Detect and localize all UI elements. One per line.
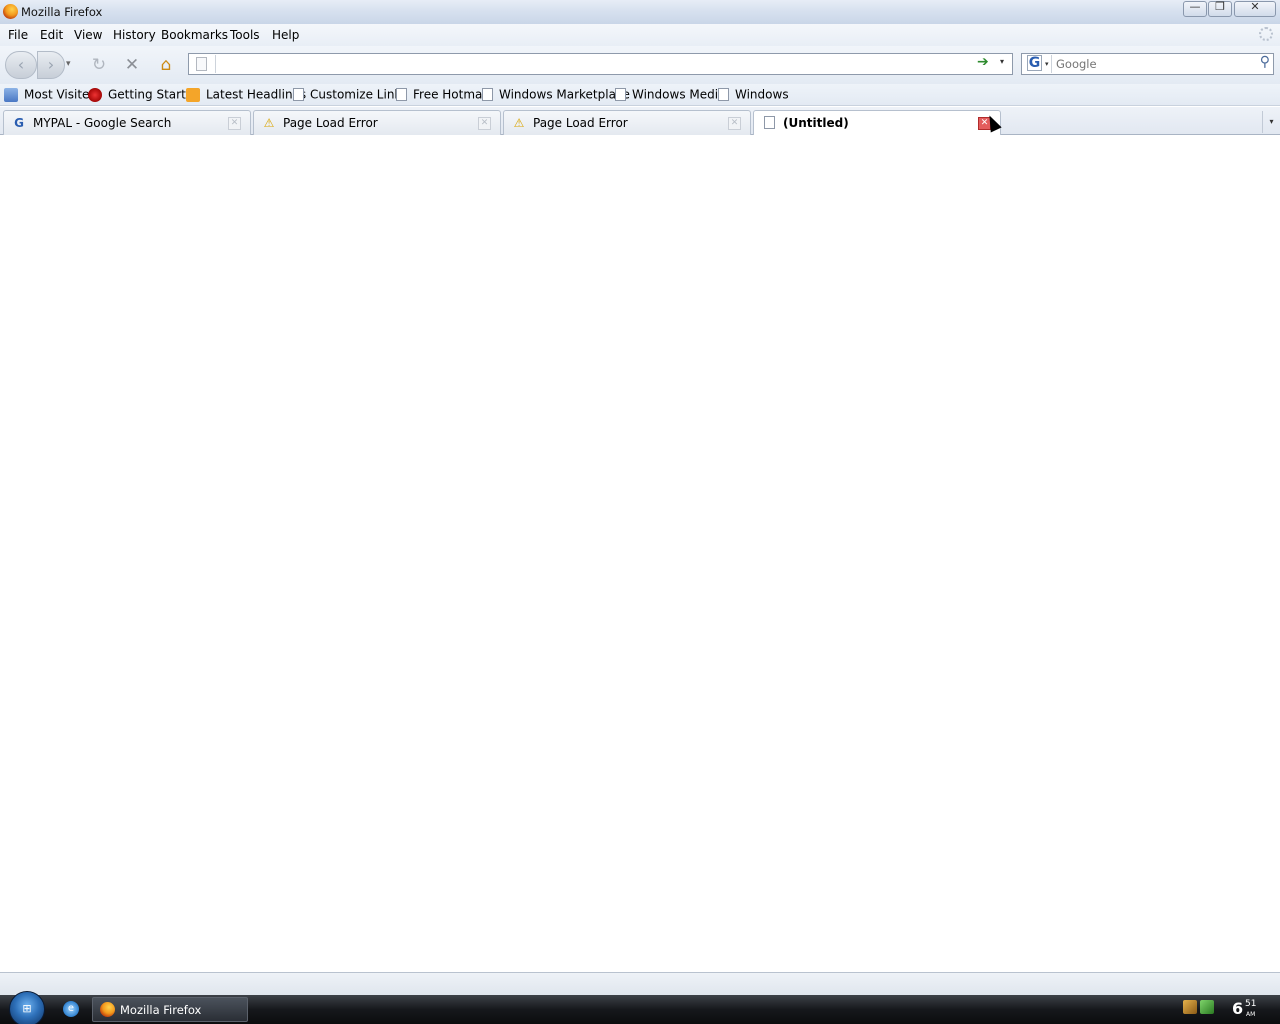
bookmarks-toolbar: Most Visited Getting Started Latest Head… [0,84,1280,106]
page-icon [615,88,626,101]
tab-close-icon[interactable]: ✕ [728,117,741,130]
throbber-icon [1259,27,1273,41]
bookmark-label: Latest Headlines [206,87,307,102]
bookmark-label: Windows [735,87,789,102]
tab-page-load-error-2[interactable]: ⚠ Page Load Error ✕ [503,110,751,135]
tab-label: MYPAL - Google Search [33,116,172,130]
bookmark-windows[interactable]: Windows [718,87,789,103]
page-icon [482,88,493,101]
page-icon [293,88,304,101]
clock-minutes: 51 [1245,999,1257,1009]
bookmark-free-hotmail[interactable]: Free Hotmail [396,87,489,103]
url-divider [215,55,216,73]
stop-button[interactable]: ✕ [122,56,142,76]
menu-edit[interactable]: Edit [40,28,63,42]
window-titlebar: Mozilla Firefox — ❐ ✕ [0,0,1280,24]
home-button[interactable]: ⌂ [156,56,176,76]
folder-icon [4,87,18,102]
maximize-button[interactable]: ❐ [1208,0,1232,17]
internet-explorer-icon[interactable]: e [63,1001,79,1017]
taskbar-button-label: Mozilla Firefox [120,1003,202,1017]
bookmark-label: Customize Links [310,87,408,102]
warning-icon: ⚠ [513,116,525,130]
url-bar[interactable]: ➔ ▾ [188,53,1013,75]
bookmark-latest-headlines[interactable]: Latest Headlines [186,87,306,103]
tab-untitled[interactable]: (Untitled) ✕ [753,110,1001,136]
history-dropdown-icon[interactable]: ▾ [66,59,71,69]
forward-button[interactable]: › [37,51,65,79]
menu-view[interactable]: View [74,28,102,42]
firefox-icon [3,4,18,19]
bookmark-windows-marketplace[interactable]: Windows Marketplace [482,87,630,103]
firefox-icon [88,87,102,102]
restore-icon: ❐ [1215,0,1225,13]
tab-label: Page Load Error [283,116,378,130]
menu-help[interactable]: Help [272,28,299,42]
tab-close-icon[interactable]: ✕ [478,117,491,130]
menu-bar: File Edit View History Bookmarks Tools H… [0,24,1280,46]
tab-label: (Untitled) [783,116,849,130]
page-content[interactable] [0,135,1280,972]
page-icon [764,116,775,129]
back-arrow-icon: ‹ [17,55,25,74]
bookmark-windows-media[interactable]: Windows Media [615,87,725,103]
go-arrow-icon[interactable]: ➔ [977,54,989,70]
tab-page-load-error-1[interactable]: ⚠ Page Load Error ✕ [253,110,501,135]
menu-history[interactable]: History [113,28,156,42]
minimize-button[interactable]: — [1183,0,1207,17]
tab-mypal-google-search[interactable]: G MYPAL - Google Search ✕ [3,110,251,135]
url-dropdown-icon[interactable]: ▾ [1000,57,1004,66]
tab-label: Page Load Error [533,116,628,130]
page-icon [396,88,407,101]
forward-arrow-icon: › [47,55,55,74]
chevron-down-icon: ▾ [1045,60,1049,68]
google-icon: G [1027,55,1042,71]
minimize-icon: — [1189,0,1201,13]
chevron-down-icon: ▾ [1269,117,1274,126]
warning-icon: ⚠ [263,116,275,130]
bookmark-label: Free Hotmail [413,87,490,102]
close-icon: ✕ [1250,0,1260,13]
reload-button[interactable]: ↻ [89,56,109,76]
system-tray [1183,1000,1219,1018]
close-window-button[interactable]: ✕ [1234,0,1276,17]
bookmark-label: Windows Marketplace [499,87,630,102]
google-icon: G [14,116,24,130]
tab-strip: G MYPAL - Google Search ✕ ⚠ Page Load Er… [0,107,1280,136]
search-bar[interactable]: G ▾ ⚲ [1021,53,1274,75]
menu-bookmarks[interactable]: Bookmarks [161,28,228,42]
page-icon [196,57,207,71]
url-input[interactable] [219,55,959,73]
security-icon[interactable] [1200,1000,1214,1014]
tab-list-button[interactable]: ▾ [1262,111,1280,133]
bookmark-customize-links[interactable]: Customize Links [293,87,408,103]
window-title: Mozilla Firefox [21,5,103,19]
back-button[interactable]: ‹ [5,51,37,79]
search-input[interactable] [1056,56,1246,72]
bookmark-label: Most Visited [24,87,98,102]
bookmark-most-visited[interactable]: Most Visited [4,87,97,103]
start-button[interactable]: ⊞ [9,991,45,1024]
clock[interactable]: 6 51 AM [1232,999,1256,1018]
bookmark-getting-started[interactable]: Getting Started [88,87,201,103]
clock-hour: 6 [1232,999,1244,1018]
search-engine-button[interactable]: G ▾ [1024,55,1052,73]
taskbar-firefox-button[interactable]: Mozilla Firefox [92,997,248,1022]
menu-tools[interactable]: Tools [230,28,260,42]
network-icon[interactable] [1183,1000,1197,1014]
search-icon[interactable]: ⚲ [1260,54,1270,70]
clock-ampm: AM [1246,1011,1256,1018]
bookmark-label: Windows Media [632,87,726,102]
taskbar: ⊞ e Mozilla Firefox 6 51 AM [0,991,1280,1024]
menu-file[interactable]: File [8,28,28,42]
status-bar [0,972,1280,995]
firefox-icon [100,1002,115,1017]
page-icon [718,88,729,101]
tab-close-icon[interactable]: ✕ [228,117,241,130]
windows-logo-icon: ⊞ [22,1002,32,1015]
rss-icon [186,87,200,102]
